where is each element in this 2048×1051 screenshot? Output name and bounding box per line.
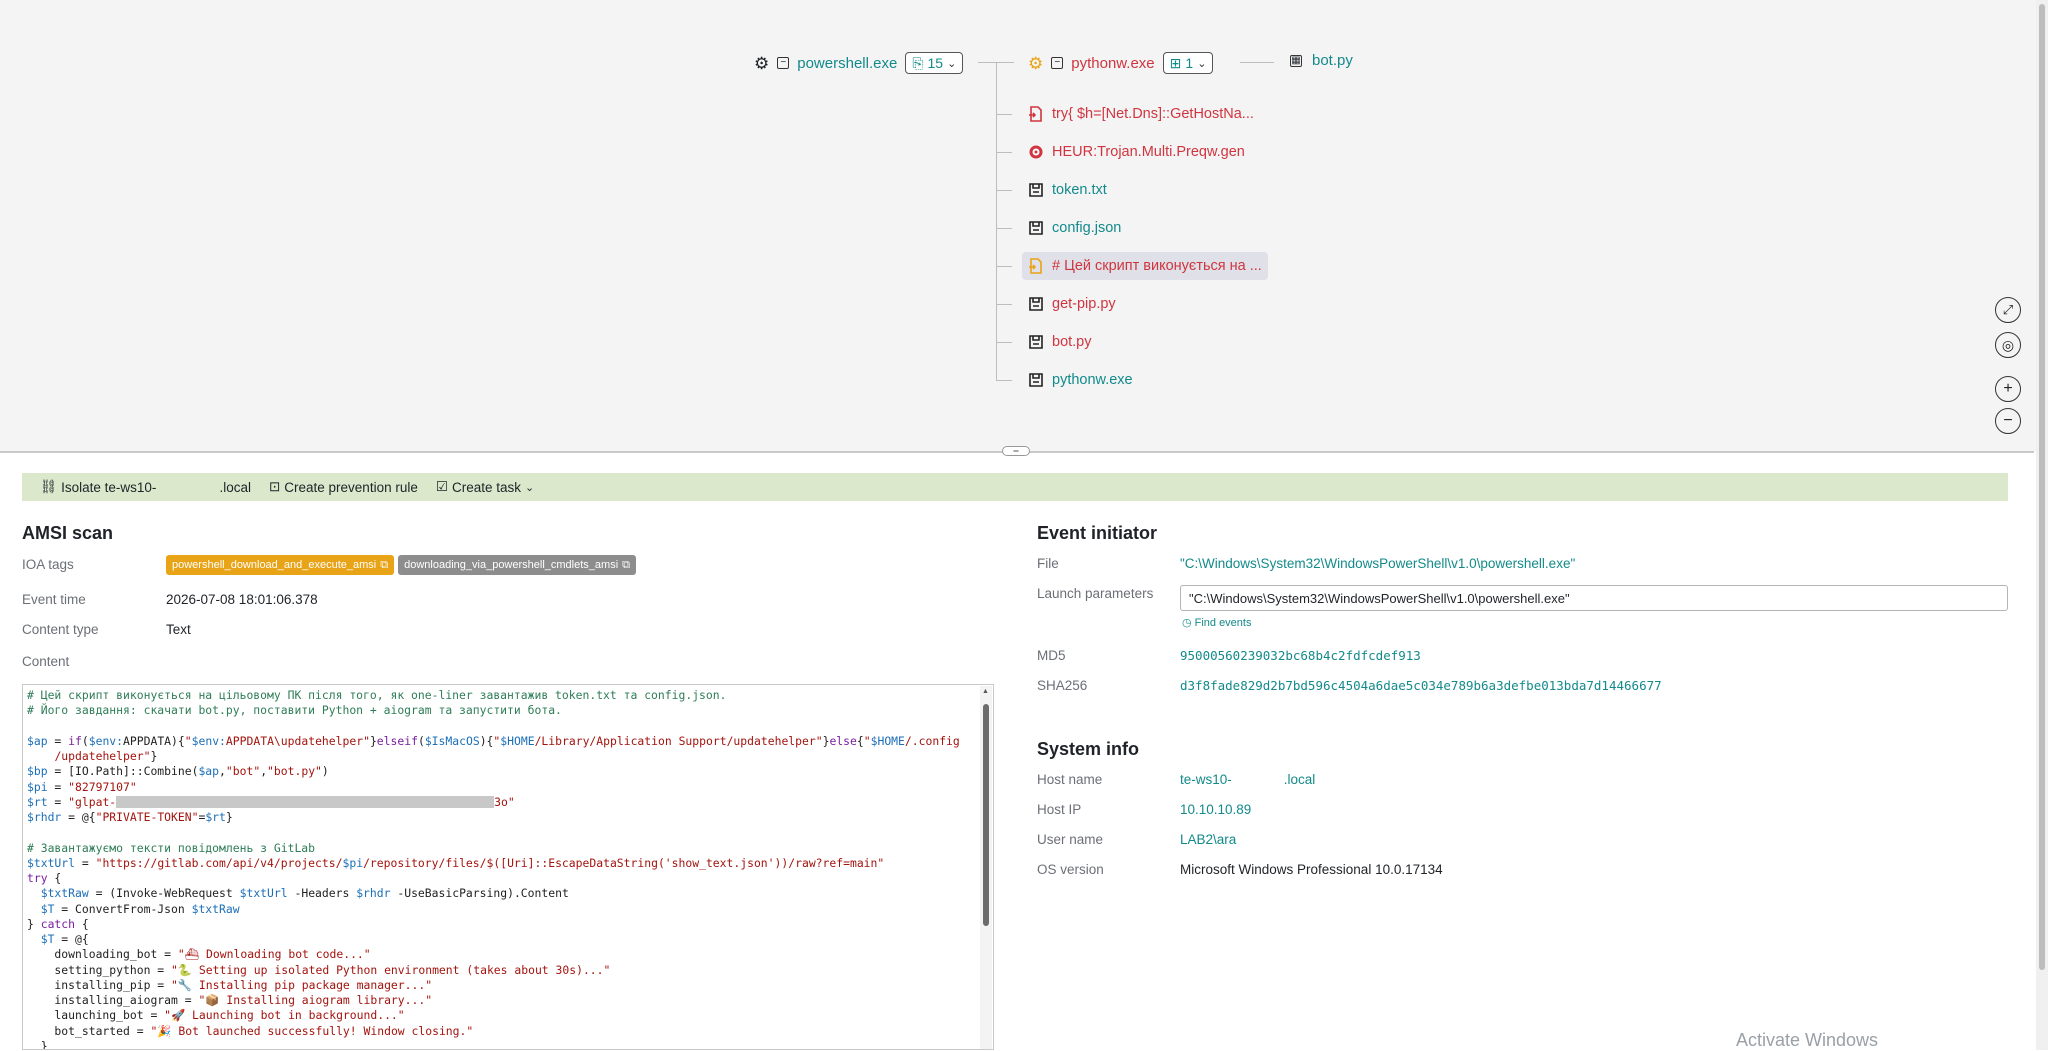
- window-icon: ▦: [1290, 54, 1302, 67]
- node-powershell[interactable]: ⚙ − powershell.exe ⎘ 15 ⌄: [754, 52, 964, 74]
- host-ip-label: Host IP: [1037, 802, 1082, 817]
- script-exec-icon: [1028, 258, 1044, 274]
- action-bar: ⛓ Isolate te-ws10- .local ⊡ Create preve…: [22, 473, 2008, 501]
- clock-icon: ◷: [1182, 617, 1192, 629]
- script-content: # Цей скрипт виконується на цільовому ПК…: [27, 688, 960, 1050]
- center-button[interactable]: ◎: [1995, 332, 2021, 358]
- create-prevention-rule-button[interactable]: ⊡ Create prevention rule: [269, 479, 418, 495]
- event-count-dropdown[interactable]: ⎘ 15 ⌄: [905, 52, 964, 74]
- rule-icon: ⊡: [268, 479, 281, 494]
- launch-params-field[interactable]: "C:\Windows\System32\WindowsPowerShell\v…: [1180, 585, 2008, 611]
- file-stack-icon: ⎘: [912, 54, 924, 71]
- gear-icon: ⚙: [1028, 53, 1044, 73]
- fit-view-button[interactable]: ⤢: [1995, 297, 2021, 323]
- external-link-icon: ⧉: [622, 558, 630, 571]
- host-ip-link[interactable]: 10.10.10.89: [1180, 802, 1251, 817]
- event-time-label: Event time: [22, 592, 86, 607]
- collapse-icon[interactable]: −: [777, 57, 790, 69]
- file-write-icon: [1028, 334, 1044, 350]
- event-initiator-title: Event initiator: [1037, 523, 1158, 543]
- content-viewer[interactable]: # Цей скрипт виконується на цільовому ПК…: [22, 684, 994, 1050]
- scroll-up-icon: ▲: [982, 688, 989, 695]
- content-type: Text: [166, 622, 191, 637]
- gear-icon: ⚙: [754, 53, 770, 73]
- connector: [1240, 62, 1274, 63]
- node-bot-py[interactable]: ▦ bot.py: [1290, 52, 1353, 69]
- isolate-button[interactable]: ⛓ Isolate te-ws10- .local: [40, 479, 251, 495]
- os-version: Microsoft Windows Professional 10.0.1713…: [1180, 862, 1443, 877]
- file-write-icon: [1028, 220, 1044, 236]
- chevron-down-icon: ⌄: [947, 57, 957, 70]
- system-info-title: System info: [1037, 739, 1140, 759]
- file-label: File: [1037, 556, 1059, 571]
- host-name-label: Host name: [1037, 772, 1103, 787]
- target-icon: ◎: [2001, 336, 2015, 353]
- launch-params-label: Launch parameters: [1037, 586, 1154, 601]
- content-label: Content: [22, 654, 70, 669]
- page-scrollbar[interactable]: [2036, 0, 2048, 1050]
- event-time: 2026-07-08 18:01:06.378: [166, 592, 318, 607]
- chevron-down-icon: ⌄: [1197, 57, 1207, 70]
- event-item-selected[interactable]: # Цей скрипт виконується на ...: [1022, 252, 1268, 280]
- window-icon: ⊞: [1169, 54, 1182, 71]
- event-item[interactable]: try{ $h=[Net.Dns]::GetHostNa...: [1022, 100, 1260, 128]
- node-label[interactable]: pythonw.exe: [1071, 55, 1154, 72]
- event-item[interactable]: get-pip.py: [1022, 290, 1122, 318]
- node-label[interactable]: bot.py: [1312, 52, 1353, 69]
- collapse-icon[interactable]: −: [1051, 57, 1064, 69]
- event-item[interactable]: HEUR:Trojan.Multi.Preqw.gen: [1022, 138, 1251, 166]
- expand-icon: ⤢: [2002, 302, 2014, 317]
- zoom-in-button[interactable]: +: [1995, 376, 2021, 402]
- node-label[interactable]: powershell.exe: [797, 55, 897, 72]
- file-write-icon: [1028, 296, 1044, 312]
- content-type-label: Content type: [22, 622, 99, 637]
- file-path-link[interactable]: "C:\Windows\System32\WindowsPowerShell\v…: [1180, 556, 1575, 571]
- event-item[interactable]: bot.py: [1022, 328, 1098, 356]
- ioa-tag[interactable]: powershell_download_and_execute_amsi ⧉: [166, 555, 395, 575]
- file-write-icon: [1028, 372, 1044, 388]
- find-events-link[interactable]: ◷ Find events: [1182, 616, 1251, 630]
- zoom-out-button[interactable]: −: [1995, 408, 2021, 434]
- chevron-down-icon: ⌄: [524, 481, 535, 494]
- create-task-button[interactable]: ☑ Create task ⌄: [436, 479, 534, 495]
- sha256-link[interactable]: d3f8fade829d2b7bd596c4504a6dae5c034e789b…: [1180, 678, 1662, 693]
- user-name-label: User name: [1037, 832, 1104, 847]
- plus-icon: +: [2003, 380, 2013, 397]
- process-graph: ⚙ − powershell.exe ⎘ 15 ⌄ ⚙ − pythonw.ex…: [0, 0, 2048, 452]
- md5-link[interactable]: 95000560239032bc68b4c2fdfcdef913: [1180, 648, 1421, 663]
- event-item[interactable]: config.json: [1022, 214, 1127, 242]
- event-item[interactable]: token.txt: [1022, 176, 1113, 204]
- detection-icon: [1028, 144, 1044, 160]
- isolate-icon: ⛓: [40, 479, 58, 494]
- event-item[interactable]: pythonw.exe: [1022, 366, 1139, 394]
- os-version-label: OS version: [1037, 862, 1104, 877]
- ioa-tag[interactable]: downloading_via_powershell_cmdlets_amsi ⧉: [398, 555, 636, 575]
- resize-handle[interactable]: ═: [1002, 446, 1030, 456]
- amsi-title: AMSI scan: [22, 523, 114, 543]
- checkbox-icon: ☑: [435, 479, 448, 494]
- md5-label: MD5: [1037, 648, 1066, 663]
- event-count-dropdown[interactable]: ⊞ 1 ⌄: [1162, 52, 1214, 74]
- file-write-icon: [1028, 182, 1044, 198]
- activate-windows-watermark: Activate Windows: [1736, 1030, 1879, 1050]
- sha256-label: SHA256: [1037, 678, 1088, 693]
- minus-icon: −: [2003, 412, 2013, 429]
- ioa-tags: powershell_download_and_execute_amsi ⧉ do…: [166, 555, 636, 575]
- user-name-link[interactable]: LAB2\ara: [1180, 832, 1236, 847]
- host-name-link[interactable]: te-ws10- .local: [1180, 772, 1315, 787]
- tree-trunk: [996, 62, 997, 380]
- external-link-icon: ⧉: [380, 558, 389, 571]
- script-exec-icon: [1028, 106, 1044, 122]
- ioa-label: IOA tags: [22, 557, 74, 572]
- code-scrollbar[interactable]: ▲: [980, 686, 992, 1049]
- node-pythonw[interactable]: ⚙ − pythonw.exe ⊞ 1 ⌄: [1028, 52, 1214, 74]
